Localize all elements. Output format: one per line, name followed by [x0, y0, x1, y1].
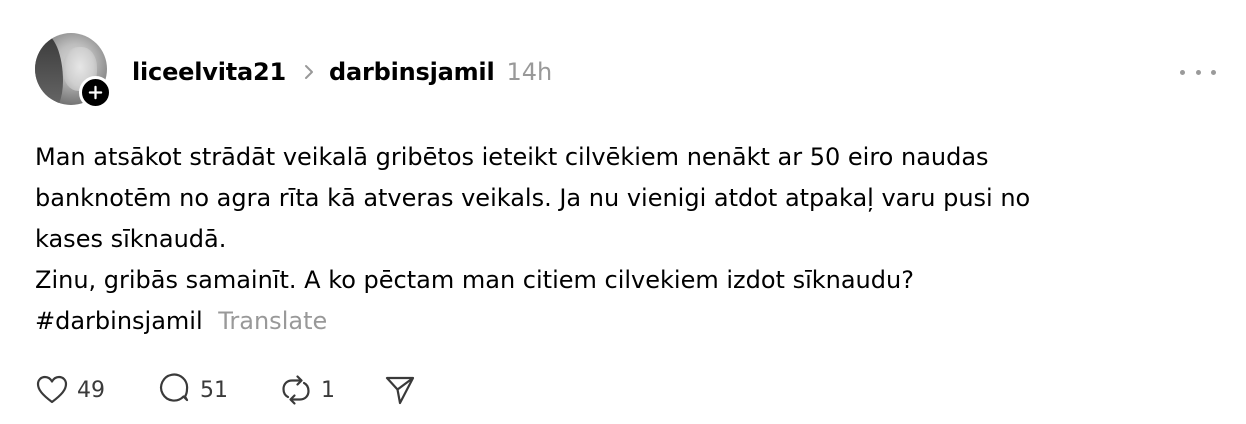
post-text-line: kases sīknaudā. — [35, 225, 227, 253]
reply-count: 51 — [200, 377, 228, 403]
hashtag-link[interactable]: #darbinsjamil — [35, 307, 203, 335]
repost-count: 1 — [321, 377, 335, 403]
community-link[interactable]: darbinsjamil — [329, 58, 495, 86]
post-timestamp[interactable]: 14h — [506, 58, 552, 86]
share-button[interactable] — [383, 373, 417, 407]
chevron-right-icon — [303, 64, 315, 80]
post-body: Man atsākot strādāt veikalā gribētos iet… — [35, 137, 1215, 342]
more-options-button[interactable] — [1180, 60, 1216, 84]
like-button[interactable]: 49 — [35, 373, 158, 407]
comment-icon — [160, 373, 189, 402]
hashtag-line: #darbinsjamil Translate — [35, 301, 1215, 342]
translate-button[interactable]: Translate — [218, 307, 327, 335]
heart-icon — [36, 375, 68, 404]
post-text-line: banknotēm no agra rīta kā atveras veikal… — [35, 184, 1031, 212]
more-dot — [1180, 69, 1185, 75]
repost-icon — [282, 375, 310, 405]
username-link[interactable]: liceelvita21 — [132, 58, 286, 86]
post-text-line: Man atsākot strādāt veikalā gribētos iet… — [35, 143, 989, 171]
thread-post: liceelvita21 darbinsjamil 14h Man atsāko… — [0, 0, 1246, 424]
reply-button[interactable]: 51 — [158, 373, 279, 407]
post-actions: 49 51 1 — [35, 372, 417, 408]
post-text-line: Zinu, gribās samainīt. A ko pēctam man c… — [35, 266, 914, 294]
avatar[interactable] — [35, 33, 112, 109]
post-header: liceelvita21 darbinsjamil 14h — [132, 55, 552, 89]
like-count: 49 — [77, 377, 105, 403]
more-dot — [1211, 69, 1216, 75]
plus-icon — [88, 85, 103, 100]
repost-button[interactable]: 1 — [279, 373, 383, 407]
follow-button[interactable] — [79, 76, 112, 109]
more-dot — [1195, 69, 1201, 75]
send-icon — [385, 376, 415, 405]
